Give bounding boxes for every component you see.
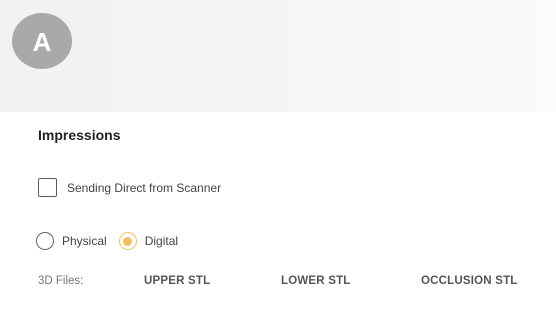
occlusion-stl-button[interactable]: OCCLUSION STL [421,275,518,287]
radio-option-physical[interactable]: Physical [36,232,107,250]
impressions-card: Impressions Sending Direct from Scanner … [0,112,556,318]
lower-stl-button[interactable]: LOWER STL [281,275,351,287]
impression-type-radio-group: Physical Digital [36,232,178,250]
step-letter: A [32,26,52,57]
direct-scanner-checkbox[interactable] [38,178,57,197]
radio-selected-dot [123,236,133,246]
physical-radio[interactable] [36,232,54,250]
header-band: A [0,0,556,112]
digital-radio-label: Digital [144,234,179,248]
radio-option-digital[interactable]: Digital [118,232,179,250]
physical-radio-label: Physical [62,234,107,248]
direct-scanner-label: Sending Direct from Scanner [67,180,222,195]
3d-files-row: 3D Files: UPPER STL LOWER STL OCCLUSION … [38,275,548,291]
3d-files-label: 3D Files: [38,275,84,287]
section-title: Impressions [38,127,121,143]
upper-stl-button[interactable]: UPPER STL [144,275,210,287]
direct-scanner-checkbox-row[interactable]: Sending Direct from Scanner [38,178,221,197]
step-badge: A [12,13,72,69]
digital-radio[interactable] [118,232,137,250]
